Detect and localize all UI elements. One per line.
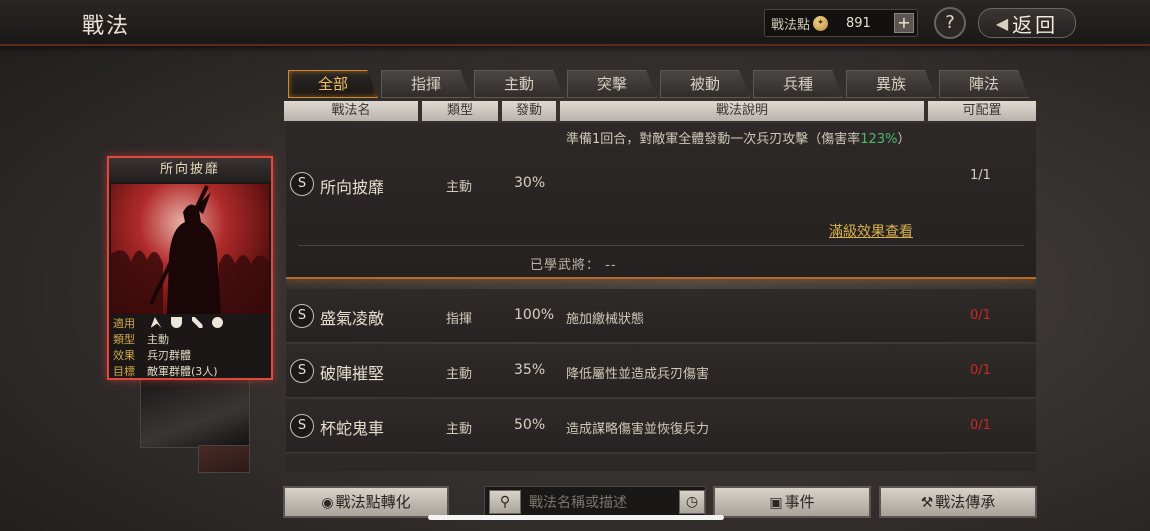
skill-name: 破陣摧堅 [320,364,385,383]
card-target-row: 目標 敵軍群體(3人) [113,364,269,380]
skill-slot-count: 0/1 [970,418,991,433]
tab-command[interactable]: 指揮 [381,70,471,98]
scroll-icon: ▣ [769,495,783,511]
category-tabs: 全部 指揮 主動 突擊 被動 兵種 異族 陣法 [288,70,1032,100]
card-apply-row: 適用 [113,316,269,332]
skill-type: 主動 [446,367,473,382]
skill-slot-count: 0/1 [970,308,991,323]
full-effect-link[interactable]: 滿級效果查看 [829,221,913,241]
tab-troop-type[interactable]: 兵種 [753,70,843,98]
skill-row[interactable]: S 杯蛇鬼車 主動 50% 造成謀略傷害並恢復兵力 0/1 [286,399,1036,453]
history-clock-icon[interactable]: ◷ [679,490,705,514]
shield-icon [171,317,182,328]
card-type-row: 類型 主動 [113,332,269,348]
learned-generals: 已學武將： -- [530,254,617,273]
tab-foreign[interactable]: 異族 [846,70,936,98]
page-title: 戰法 [82,14,131,39]
sword-icon [191,317,203,328]
card-type-label: 類型 [113,333,135,346]
description-close: ） [897,132,911,147]
event-label: 事件 [784,493,815,511]
search-box: ⚲ ◷ [484,486,706,518]
skill-rate: 35% [514,362,546,378]
back-arrow-icon: ◀ [995,13,1009,33]
description-text: 準備1回合，對敵軍全體發動一次兵刃攻擊（傷害率 [566,132,861,147]
card-stack-back [140,378,250,448]
row-divider [298,245,1024,246]
column-header-rate: 發動 [502,101,556,121]
skill-point-coin-icon: ✦ [813,15,829,31]
card-target-label: 目標 [113,365,135,378]
card-artwork [111,184,269,314]
wheel-icon [212,317,223,328]
hammer-icon: ⚒ [920,495,934,511]
convert-points-button[interactable]: ◉ 戰法點轉化 [283,486,449,518]
column-header-type: 類型 [422,101,498,121]
skill-points-label: 戰法點 [771,17,811,33]
grade-s-icon: S [290,359,314,383]
grade-s-icon: S [290,304,314,328]
column-header-name: 戰法名 [284,101,418,121]
skill-name: 所向披靡 [320,178,385,197]
tab-passive[interactable]: 被動 [660,70,750,98]
damage-rate-highlight: 123% [860,132,898,147]
card-effect-label: 效果 [113,349,135,362]
column-header-slots: 可配置 [928,101,1036,121]
selected-skill-row[interactable]: S 所向披靡 主動 30% 準備1回合，對敵軍全體發動一次兵刃攻擊（傷害率123… [286,123,1036,279]
event-button[interactable]: ▣ 事件 [713,486,871,518]
grade-s-icon: S [290,414,314,438]
skill-rate: 30% [514,175,546,191]
search-icon[interactable]: ⚲ [489,490,521,514]
learned-generals-label: 已學武將： [530,258,601,273]
card-type-value: 主動 [147,333,169,346]
skill-points-display: 戰法點 ✦ 891 + [764,9,918,37]
home-indicator[interactable] [428,515,724,520]
tab-all[interactable]: 全部 [288,70,378,98]
coin-icon: ◉ [321,495,334,511]
skill-inherit-label: 戰法傳承 [935,493,996,511]
skill-slot-count: 1/1 [970,168,991,183]
card-title: 所向披靡 [109,158,271,182]
skill-rate: 50% [514,417,546,433]
skill-type: 指揮 [446,312,473,327]
skill-description: 造成謀略傷害並恢復兵力 [566,422,710,437]
tab-formation[interactable]: 陣法 [939,70,1029,98]
grade-s-icon: S [290,172,314,196]
skill-rate: 100% [514,307,555,323]
skill-type: 主動 [446,422,473,437]
card-stack-back [198,445,250,473]
skill-points-value: 891 [846,15,871,31]
card-effect-value: 兵刃群體 [147,349,191,362]
skill-row[interactable]: S 破陣摧堅 主動 35% 降低屬性並造成兵刃傷害 0/1 [286,344,1036,398]
back-label: 返回 [1012,12,1059,37]
tab-assault[interactable]: 突擊 [567,70,657,98]
skill-description: 降低屬性並造成兵刃傷害 [566,367,710,382]
skill-description: 準備1回合，對敵軍全體發動一次兵刃攻擊（傷害率123%） [566,129,926,151]
column-header-description: 戰法說明 [560,101,924,121]
skill-card: 所向披靡 適用 類型 主動 效果 兵刃群體 目標 敵軍群體(3人) [107,156,273,380]
skill-type: 主動 [446,180,473,195]
add-points-button[interactable]: + [894,13,914,33]
card-effect-row: 效果 兵刃群體 [113,348,269,364]
card-target-value: 敵軍群體(3人) [147,365,218,378]
card-info: 適用 類型 主動 效果 兵刃群體 目標 敵軍群體(3人) [113,316,269,380]
top-bar: 戰法 戰法點 ✦ 891 + ? ◀ 返回 [0,0,1150,46]
search-input[interactable] [529,492,669,514]
skill-name: 盛氣凌敵 [320,309,385,328]
tab-active[interactable]: 主動 [474,70,564,98]
card-apply-label: 適用 [113,317,135,330]
warrior-illustration [111,185,269,314]
skill-row-partial[interactable] [286,454,1036,471]
convert-points-label: 戰法點轉化 [335,493,411,511]
skill-row[interactable]: S 盛氣凌敵 指揮 100% 施加繳械狀態 0/1 [286,289,1036,343]
skill-slot-count: 0/1 [970,363,991,378]
back-button[interactable]: ◀ 返回 [978,8,1076,38]
skill-table: S 所向披靡 主動 30% 準備1回合，對敵軍全體發動一次兵刃攻擊（傷害率123… [286,123,1036,471]
skill-description: 施加繳械狀態 [566,312,645,327]
skill-inherit-button[interactable]: ⚒ 戰法傳承 [879,486,1037,518]
skill-name: 杯蛇鬼車 [320,419,385,438]
cavalry-icon [150,317,162,328]
learned-generals-value: -- [605,258,617,273]
help-button[interactable]: ? [934,7,966,39]
